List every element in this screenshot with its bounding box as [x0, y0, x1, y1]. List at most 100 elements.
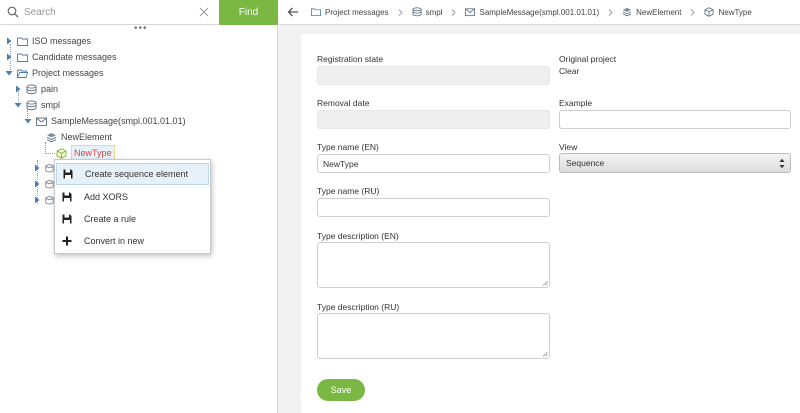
caret-right-icon[interactable]	[33, 164, 41, 172]
stack-icon	[622, 7, 632, 17]
example-label: Example	[559, 98, 593, 108]
arrow-left-icon[interactable]	[287, 6, 299, 18]
tree-item-project-messages[interactable]: Project messages	[5, 65, 104, 81]
folder-icon	[311, 8, 321, 17]
envelope-icon	[465, 8, 476, 17]
tree-item-pain[interactable]: pain	[14, 81, 58, 97]
caret-right-icon[interactable]	[5, 37, 13, 45]
view-select[interactable]: Sequence	[559, 153, 791, 173]
database-icon	[45, 180, 54, 189]
detail-panel: Project messages smpl SampleMessage(smpl…	[279, 0, 800, 413]
type-name-ru-label: Type name (RU)	[317, 186, 380, 196]
breadcrumb-item-project-messages[interactable]: Project messages	[311, 7, 389, 17]
breadcrumb-label: SampleMessage(smpl.001.01.01)	[479, 7, 600, 17]
envelope-icon	[36, 117, 47, 126]
view-label: View	[559, 142, 578, 152]
type-form: Registration state Original project Clea…	[301, 34, 800, 413]
database-icon	[45, 196, 54, 205]
tree-item-label: Candidate messages	[32, 52, 117, 62]
plus-icon	[62, 236, 72, 246]
select-arrows-icon	[779, 158, 785, 169]
caret-right-icon[interactable]	[5, 53, 13, 61]
chevron-right-icon	[608, 8, 613, 16]
tree-panel: Find ••• ISO messages Candidate messages…	[0, 0, 278, 413]
tree-item-smpl[interactable]: smpl	[14, 97, 60, 113]
save-icon	[62, 192, 72, 202]
type-desc-en-label: Type description (EN)	[317, 231, 399, 241]
more-options-icon[interactable]: •••	[134, 24, 148, 34]
database-icon	[26, 83, 37, 94]
removal-date-label: Removal date	[317, 98, 370, 108]
tree-item-label: SampleMessage(smpl.001.01.01)	[51, 116, 186, 126]
breadcrumb-label: Project messages	[325, 7, 389, 17]
chevron-right-icon	[398, 8, 403, 16]
tree-item-label: Project messages	[32, 68, 104, 78]
tree-item-iso-messages[interactable]: ISO messages	[5, 33, 91, 49]
registration-state-field	[317, 66, 550, 85]
caret-right-icon[interactable]	[33, 196, 41, 204]
menu-item-label: Convert in new	[84, 236, 145, 246]
stack-icon	[46, 132, 57, 142]
menu-item-create-sequence-element[interactable]: Create sequence element	[56, 163, 209, 185]
tree-item-label: ISO messages	[32, 36, 92, 46]
breadcrumb-item-newtype[interactable]: NewType	[704, 7, 752, 17]
cube-icon	[704, 7, 714, 17]
type-name-en-field[interactable]: NewType	[317, 154, 550, 173]
example-field[interactable]	[559, 110, 791, 129]
caret-down-icon[interactable]	[5, 69, 13, 77]
tree-item-label: smpl	[41, 100, 61, 110]
menu-item-add-xors[interactable]: Add XORS	[56, 186, 209, 208]
menu-item-label: Create sequence element	[85, 169, 189, 179]
caret-down-icon[interactable]	[14, 101, 22, 109]
menu-item-label: Create a rule	[84, 214, 137, 224]
caret-down-icon[interactable]	[24, 117, 32, 125]
type-desc-ru-textarea[interactable]	[317, 313, 550, 359]
menu-item-create-a-rule[interactable]: Create a rule	[56, 208, 209, 230]
save-button[interactable]: Save	[317, 379, 365, 401]
folder-icon	[17, 53, 28, 62]
folder-open-icon	[17, 69, 28, 78]
breadcrumb-label: NewType	[718, 7, 752, 17]
resize-handle-icon[interactable]	[542, 280, 548, 286]
database-icon	[26, 99, 37, 110]
close-icon[interactable]	[199, 7, 209, 17]
registration-state-label: Registration state	[317, 54, 384, 64]
search-icon	[7, 6, 19, 18]
type-desc-en-textarea[interactable]	[317, 242, 550, 288]
context-menu: Create sequence element Add XORS Create …	[54, 159, 211, 254]
original-project-label: Original project	[559, 54, 617, 64]
tree-item-newelement[interactable]: NewElement	[46, 129, 112, 145]
caret-right-icon[interactable]	[14, 85, 22, 93]
find-button[interactable]: Find	[219, 0, 278, 25]
tree-item-label: NewElement	[61, 132, 113, 142]
chevron-right-icon	[452, 8, 457, 16]
view-select-value: Sequence	[566, 158, 605, 168]
type-desc-ru-label: Type description (RU)	[317, 302, 400, 312]
resize-handle-icon[interactable]	[542, 351, 548, 357]
database-icon	[412, 7, 422, 17]
save-icon	[62, 214, 72, 224]
tree-item-label: pain	[41, 84, 59, 94]
breadcrumb-label: NewElement	[636, 7, 682, 17]
menu-item-label: Add XORS	[84, 192, 129, 202]
search-input[interactable]	[24, 4, 194, 21]
chevron-right-icon	[691, 8, 696, 16]
tree-item-samplemessage[interactable]: SampleMessage(smpl.001.01.01)	[24, 113, 186, 129]
save-icon	[63, 169, 73, 179]
original-project-value: Clear	[559, 66, 580, 76]
caret-right-icon[interactable]	[33, 180, 41, 188]
breadcrumb-label: smpl	[425, 7, 443, 17]
tree-connector	[45, 153, 55, 154]
breadcrumb-item-newelement[interactable]: NewElement	[622, 7, 681, 17]
folder-icon	[17, 37, 28, 46]
removal-date-field	[317, 110, 550, 129]
tree-item-candidate-messages[interactable]: Candidate messages	[5, 49, 117, 65]
breadcrumb-item-samplemessage[interactable]: SampleMessage(smpl.001.01.01)	[465, 7, 599, 17]
menu-item-convert-in-new[interactable]: Convert in new	[56, 230, 209, 252]
breadcrumb-item-smpl[interactable]: smpl	[412, 7, 443, 17]
type-name-en-label: Type name (EN)	[317, 142, 379, 152]
search-bar: Find	[0, 0, 278, 25]
type-name-ru-field[interactable]	[317, 198, 550, 217]
breadcrumb: Project messages smpl SampleMessage(smpl…	[279, 0, 800, 25]
cube-icon	[56, 147, 67, 159]
